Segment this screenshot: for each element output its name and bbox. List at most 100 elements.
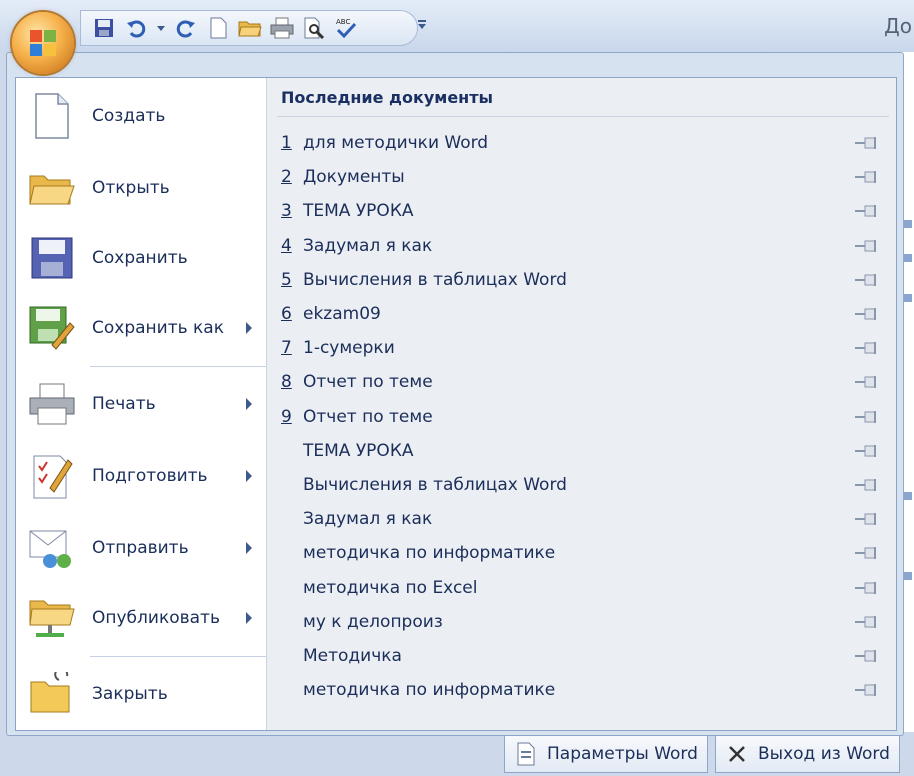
save-icon xyxy=(31,237,73,279)
recent-document-item[interactable]: 8 Отчет по теме xyxy=(281,365,881,399)
recent-document-name: методичка по информатике xyxy=(303,543,556,564)
recent-document-number: 4 xyxy=(281,235,292,256)
save-as-icon xyxy=(29,306,75,350)
recent-document-item[interactable]: Методичка xyxy=(281,639,881,673)
command-send[interactable]: Отправить xyxy=(16,514,266,582)
pin-icon[interactable] xyxy=(853,682,881,698)
command-publish[interactable]: Опубликовать xyxy=(16,584,266,652)
pin-icon[interactable] xyxy=(853,374,881,390)
pin-icon[interactable] xyxy=(853,648,881,664)
office-logo-icon xyxy=(30,30,56,56)
undo-icon[interactable] xyxy=(123,15,149,41)
pin-icon[interactable] xyxy=(853,135,881,151)
recent-document-name: ТЕМА УРОКА xyxy=(303,440,414,461)
command-label: Печать xyxy=(92,394,156,414)
print-icon xyxy=(29,383,75,425)
publish-icon xyxy=(29,600,75,637)
submenu-arrow-icon xyxy=(246,398,252,410)
close-folder-icon xyxy=(30,672,70,713)
submenu-arrow-icon xyxy=(246,612,252,624)
pin-icon[interactable] xyxy=(853,614,881,630)
command-open[interactable]: Открыть xyxy=(16,154,266,222)
recent-document-name: Вычисления в таблицах Word xyxy=(303,269,567,290)
recent-document-item[interactable]: 1 для методички Word xyxy=(281,126,881,160)
commands-pane: Создать Открыть Сохранить Сохранить как … xyxy=(16,78,267,730)
recent-document-number: 2 xyxy=(281,167,292,188)
recent-document-item[interactable]: 6 ekzam09 xyxy=(281,297,881,331)
undo-dropdown-icon[interactable] xyxy=(155,15,167,41)
separator xyxy=(277,116,889,117)
recent-document-name: Отчет по теме xyxy=(303,372,433,393)
spelling-icon[interactable]: ABC xyxy=(333,15,359,41)
window-title: До xyxy=(884,14,912,38)
new-doc-icon[interactable] xyxy=(205,15,231,41)
pin-icon[interactable] xyxy=(853,272,881,288)
pin-icon[interactable] xyxy=(853,169,881,185)
word-options-button[interactable]: Параметры Word xyxy=(504,735,708,773)
recent-document-name: Вычисления в таблицах Word xyxy=(303,475,567,495)
print-icon[interactable] xyxy=(269,15,295,41)
recent-document-name: ekzam09 xyxy=(303,304,381,324)
pin-icon[interactable] xyxy=(853,443,881,459)
recent-document-name: ТЕМА УРОКА xyxy=(303,201,414,222)
command-prepare[interactable]: Подготовить xyxy=(16,442,266,510)
recent-document-item[interactable]: 4 Задумал я как xyxy=(281,229,881,263)
redo-icon[interactable] xyxy=(173,15,199,41)
recent-documents-pane: Последние документы 1 для методички Word 2… xyxy=(267,78,896,730)
recent-document-item[interactable]: Вычисления в таблицах Word xyxy=(281,468,881,502)
recent-document-name: для методички Word xyxy=(303,133,489,153)
open-folder-icon[interactable] xyxy=(237,15,263,41)
recent-document-number: 1 xyxy=(281,133,292,153)
pin-icon[interactable] xyxy=(853,203,881,219)
exit-word-button[interactable]: Выход из Word xyxy=(715,735,900,773)
save-icon[interactable] xyxy=(91,15,117,41)
pin-icon[interactable] xyxy=(853,477,881,493)
quick-access-toolbar: ABC xyxy=(80,10,418,46)
recent-document-name: 1-сумерки xyxy=(303,338,395,359)
recent-document-item[interactable]: му к делопроиз xyxy=(281,605,881,639)
recent-document-name: Отчет по теме xyxy=(303,406,433,427)
command-save-as[interactable]: Сохранить как xyxy=(16,294,266,362)
recent-document-item[interactable]: методичка по информатике xyxy=(281,536,881,570)
send-icon xyxy=(29,530,71,568)
separator xyxy=(90,656,266,657)
recent-document-item[interactable]: 3 ТЕМА УРОКА xyxy=(281,194,881,228)
recent-document-number: 7 xyxy=(281,338,292,359)
office-menu: Создать Открыть Сохранить Сохранить как … xyxy=(6,52,904,773)
submenu-arrow-icon xyxy=(246,470,252,482)
recent-document-number: 9 xyxy=(281,406,292,427)
pin-icon[interactable] xyxy=(853,580,881,596)
recent-document-item[interactable]: методичка по информатике xyxy=(281,673,881,707)
pin-icon[interactable] xyxy=(853,238,881,254)
command-label: Подготовить xyxy=(92,466,208,486)
command-label: Закрыть xyxy=(92,684,168,704)
recent-document-name: Задумал я как xyxy=(303,235,433,256)
pin-icon[interactable] xyxy=(853,340,881,356)
pin-icon[interactable] xyxy=(853,409,881,425)
office-button[interactable] xyxy=(12,12,74,74)
command-label: Создать xyxy=(92,106,166,126)
word-options-label: Параметры Word xyxy=(547,744,698,764)
command-close[interactable]: Закрыть xyxy=(16,660,266,728)
pin-icon[interactable] xyxy=(853,511,881,527)
command-print[interactable]: Печать xyxy=(16,370,266,438)
command-save[interactable]: Сохранить xyxy=(16,224,266,292)
recent-document-name: Методичка xyxy=(303,646,402,666)
separator xyxy=(90,366,266,367)
command-create[interactable]: Создать xyxy=(16,82,266,150)
command-label: Открыть xyxy=(92,178,170,198)
pin-icon[interactable] xyxy=(853,545,881,561)
pin-icon[interactable] xyxy=(853,306,881,322)
recent-document-item[interactable]: методичка по Excel xyxy=(281,571,881,605)
print-preview-icon[interactable] xyxy=(301,15,327,41)
recent-document-item[interactable]: 5 Вычисления в таблицах Word xyxy=(281,263,881,297)
recent-document-item[interactable]: 2 Документы xyxy=(281,160,881,194)
recent-document-item[interactable]: Задумал я как xyxy=(281,502,881,536)
customize-toolbar-icon[interactable] xyxy=(414,14,430,34)
recent-document-name: Документы xyxy=(303,167,405,188)
recent-document-item[interactable]: 7 1-сумерки xyxy=(281,331,881,365)
recent-document-name: методичка по Excel xyxy=(303,577,478,598)
recent-document-item[interactable]: ТЕМА УРОКА xyxy=(281,434,881,468)
recent-document-item[interactable]: 9 Отчет по теме xyxy=(281,400,881,434)
command-label: Сохранить xyxy=(92,248,188,268)
